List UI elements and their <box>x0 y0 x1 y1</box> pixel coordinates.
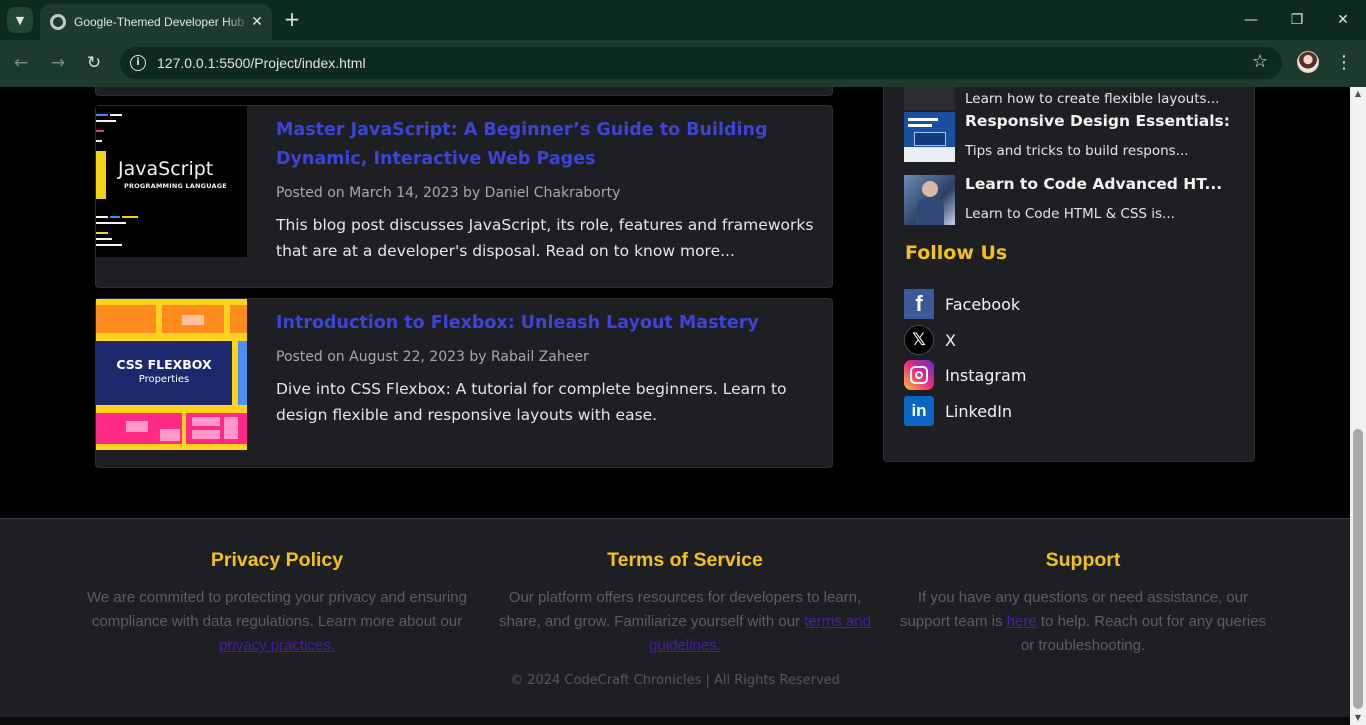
post-title-link[interactable]: Master JavaScript: A Beginner’s Guide to… <box>276 116 826 174</box>
post-card-partial <box>95 87 833 96</box>
thumb-subtitle: Properties <box>138 374 190 385</box>
new-tab-button[interactable]: + <box>280 8 304 32</box>
social-link-instagram[interactable]: Instagram <box>904 360 1026 390</box>
recent-post-thumbnail <box>904 175 955 225</box>
javascript-logo <box>96 151 106 199</box>
info-icon[interactable]: i <box>130 55 146 71</box>
social-label[interactable]: Instagram <box>945 366 1026 385</box>
social-link-x[interactable]: 𝕏 X <box>904 325 956 355</box>
back-button[interactable]: ← <box>8 50 34 76</box>
facebook-icon: f <box>904 289 934 319</box>
recent-post-item[interactable]: Learn how to create flexible layouts... <box>904 87 1244 112</box>
social-label[interactable]: LinkedIn <box>945 402 1012 421</box>
post-title-link[interactable]: Introduction to Flexbox: Unleash Layout … <box>276 309 826 338</box>
social-link-linkedin[interactable]: in LinkedIn <box>904 396 1012 426</box>
recent-post-thumbnail <box>904 112 955 162</box>
follow-us-heading: Follow Us <box>905 242 1008 264</box>
footer-heading: Privacy Policy <box>210 549 344 571</box>
x-icon: 𝕏 <box>904 325 934 355</box>
scrollbar-thumb[interactable] <box>1353 429 1363 709</box>
address-bar[interactable]: i 127.0.0.1:5500/Project/index.html ☆ <box>120 47 1282 79</box>
close-icon[interactable]: ✕ <box>248 13 266 31</box>
minimize-button[interactable]: — <box>1238 8 1264 32</box>
post-meta: Posted on August 22, 2023 by Rabail Zahe… <box>276 349 589 365</box>
page-scrollbar[interactable]: ▲ ▼ <box>1350 87 1366 725</box>
browser-tabstrip: ▼ Google-Themed Developer Hub ✕ + — ❐ ✕ <box>0 0 1366 40</box>
recent-post-desc: Learn to Code HTML & CSS is... <box>965 206 1175 222</box>
page-viewport: JavaScript PROGRAMMING LANGUAGE Master J… <box>0 87 1350 725</box>
page-bottom-bar <box>0 717 1350 725</box>
recent-post-title[interactable]: Learn to Code Advanced HT... <box>965 175 1222 193</box>
social-label[interactable]: X <box>945 331 956 350</box>
social-link-facebook[interactable]: f Facebook <box>904 289 1020 319</box>
flexbox-banner: CSS FLEXBOX Properties <box>96 341 232 405</box>
post-card[interactable]: JavaScript PROGRAMMING LANGUAGE Master J… <box>95 105 833 288</box>
thumb-title: JavaScript <box>118 158 214 180</box>
more-menu-icon[interactable]: ⋮ <box>1334 50 1354 76</box>
url-text[interactable]: 127.0.0.1:5500/Project/index.html <box>157 55 366 71</box>
bookmark-star-icon[interactable]: ☆ <box>1252 51 1268 72</box>
footer-paragraph: We are commited to protecting your priva… <box>87 589 467 630</box>
instagram-icon <box>904 360 934 390</box>
thumb-subtitle: PROGRAMMING LANGUAGE <box>124 182 227 190</box>
copyright-text: © 2024 CodeCraft Chronicles | All Rights… <box>510 673 840 688</box>
browser-toolbar: ← → ↻ i 127.0.0.1:5500/Project/index.htm… <box>0 40 1366 87</box>
footer-heading: Support <box>1045 549 1121 571</box>
reload-button[interactable]: ↻ <box>81 50 107 76</box>
profile-avatar[interactable] <box>1297 51 1319 73</box>
chevron-down-icon: ▼ <box>15 13 25 27</box>
scroll-down-arrow-icon[interactable]: ▼ <box>1350 711 1366 725</box>
footer-privacy-section: Privacy Policy We are commited to protec… <box>81 549 473 658</box>
recent-post-desc: Learn how to create flexible layouts... <box>965 91 1220 107</box>
tab-search-button[interactable]: ▼ <box>7 7 33 33</box>
tab-title: Google-Themed Developer Hub <box>74 15 245 29</box>
post-excerpt: This blog post discusses JavaScript, its… <box>276 216 814 260</box>
social-label[interactable]: Facebook <box>945 295 1020 314</box>
scroll-up-arrow-icon[interactable]: ▲ <box>1350 87 1366 101</box>
sidebar: Learn how to create flexible layouts... … <box>883 87 1255 462</box>
footer-text: Our platform offers resources for develo… <box>492 586 878 658</box>
recent-post-thumbnail <box>904 87 955 110</box>
linkedin-icon: in <box>904 396 934 426</box>
footer-support-section: Support If you have any questions or nee… <box>893 549 1273 658</box>
footer-terms-section: Terms of Service Our platform offers res… <box>492 549 878 658</box>
support-here-link[interactable]: here <box>1007 613 1037 630</box>
footer-heading: Terms of Service <box>607 549 763 571</box>
site-footer: Privacy Policy We are commited to protec… <box>0 518 1350 725</box>
recent-post-title[interactable]: Responsive Design Essentials: <box>965 112 1230 130</box>
thumb-title: CSS FLEXBOX <box>116 357 212 372</box>
footer-paragraph: to help. Reach out for any queries or tr… <box>1020 613 1267 654</box>
recent-post-item[interactable]: Responsive Design Essentials: Tips and t… <box>904 112 1244 164</box>
post-thumbnail-flexbox[interactable]: CSS FLEXBOX Properties <box>96 299 247 450</box>
post-thumbnail-javascript[interactable]: JavaScript PROGRAMMING LANGUAGE <box>96 106 247 257</box>
restore-button[interactable]: ❐ <box>1284 8 1310 32</box>
forward-button[interactable]: → <box>45 50 71 76</box>
post-excerpt: Dive into CSS Flexbox: A tutorial for co… <box>276 380 787 424</box>
globe-icon <box>50 14 66 30</box>
privacy-practices-link[interactable]: privacy practices. <box>219 637 335 654</box>
browser-tab[interactable]: Google-Themed Developer Hub ✕ <box>40 4 272 40</box>
recent-post-item[interactable]: Learn to Code Advanced HT... Learn to Co… <box>904 175 1244 227</box>
recent-post-desc: Tips and tricks to build respons... <box>965 143 1189 159</box>
post-meta: Posted on March 14, 2023 by Daniel Chakr… <box>276 185 621 201</box>
post-card[interactable]: CSS FLEXBOX Properties Introduction to F… <box>95 298 833 468</box>
close-window-button[interactable]: ✕ <box>1330 8 1356 32</box>
footer-text: If you have any questions or need assist… <box>893 586 1273 658</box>
footer-text: We are commited to protecting your priva… <box>81 586 473 658</box>
